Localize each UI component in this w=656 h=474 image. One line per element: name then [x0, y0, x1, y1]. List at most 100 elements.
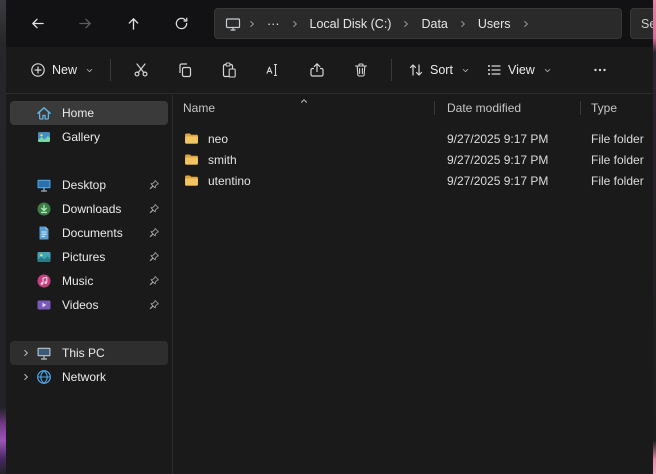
file-list-panel: Name Date modified Type neo	[172, 95, 653, 474]
pin-icon	[148, 203, 160, 215]
sidebar-item-videos[interactable]: Videos	[10, 293, 168, 317]
sidebar-item-pictures[interactable]: Pictures	[10, 245, 168, 269]
chevron-slot	[16, 125, 36, 149]
sidebar-item-desktop[interactable]: Desktop	[10, 173, 168, 197]
copy-icon	[177, 62, 193, 78]
chevron-slot	[16, 269, 36, 293]
folder-icon	[183, 173, 200, 188]
sidebar-item-downloads[interactable]: Downloads	[10, 197, 168, 221]
sidebar-item-label: Pictures	[62, 250, 148, 264]
breadcrumb-overflow[interactable]: ···	[261, 17, 286, 31]
plus-circle-icon	[30, 62, 46, 78]
delete-button[interactable]	[339, 54, 383, 86]
file-name: utentino	[208, 174, 251, 188]
share-icon	[309, 62, 325, 78]
downloads-icon	[36, 201, 52, 217]
address-bar[interactable]: ··· Local Disk (C:) Data Users	[214, 8, 622, 39]
cut-button[interactable]	[119, 54, 163, 86]
scissors-icon	[133, 62, 149, 78]
sidebar-section-gap	[6, 317, 172, 341]
sidebar-item-network[interactable]: Network	[10, 365, 168, 389]
sidebar-item-documents[interactable]: Documents	[10, 221, 168, 245]
up-arrow-icon	[126, 16, 141, 31]
sidebar-section-gap	[6, 149, 172, 173]
back-button[interactable]	[20, 7, 54, 41]
forward-arrow-icon	[78, 16, 93, 31]
chevron-slot	[16, 365, 36, 389]
pin-icon	[148, 251, 160, 263]
trash-icon	[353, 62, 369, 78]
file-type: File folder	[581, 174, 653, 188]
column-header-name[interactable]: Name	[173, 95, 435, 121]
expand-chevron-icon[interactable]	[21, 348, 31, 358]
pin-icon	[148, 179, 160, 191]
rename-button[interactable]	[251, 54, 295, 86]
chevron-down-icon	[461, 66, 470, 75]
file-row-utentino[interactable]: utentino 9/27/2025 9:17 PM File folder	[173, 170, 653, 191]
pin-icon	[148, 227, 160, 239]
file-type: File folder	[581, 153, 653, 167]
breadcrumb-root[interactable]	[223, 16, 243, 32]
breadcrumb-chevron-icon[interactable]	[401, 19, 411, 29]
breadcrumb-item[interactable]: Local Disk (C:)	[304, 17, 398, 31]
paste-button[interactable]	[207, 54, 251, 86]
toolbar-divider	[391, 59, 392, 81]
breadcrumb-item[interactable]: Users	[472, 17, 517, 31]
sidebar-item-gallery[interactable]: Gallery	[10, 125, 168, 149]
forward-button[interactable]	[68, 7, 102, 41]
file-row-neo[interactable]: neo 9/27/2025 9:17 PM File folder	[173, 128, 653, 149]
folder-icon	[183, 131, 200, 146]
navigation-bar: ··· Local Disk (C:) Data Users Se	[6, 0, 653, 47]
breadcrumb-item[interactable]: Data	[415, 17, 453, 31]
desktop-icon	[36, 177, 52, 193]
column-header-label: Type	[591, 101, 617, 115]
column-header-type[interactable]: Type	[581, 95, 653, 121]
file-name: neo	[208, 132, 228, 146]
more-options-button[interactable]	[578, 54, 622, 86]
share-button[interactable]	[295, 54, 339, 86]
search-text: Se	[641, 17, 653, 31]
search-box[interactable]: Se	[630, 8, 653, 39]
file-date-modified: 9/27/2025 9:17 PM	[435, 132, 581, 146]
network-icon	[36, 369, 52, 385]
videos-icon	[36, 297, 52, 313]
pin-icon	[148, 275, 160, 287]
sidebar-item-music[interactable]: Music	[10, 269, 168, 293]
chevron-slot	[16, 221, 36, 245]
breadcrumb-chevron-icon[interactable]	[247, 19, 257, 29]
this-pc-icon	[36, 345, 52, 361]
chevron-slot	[16, 293, 36, 317]
sidebar-item-label: Downloads	[62, 202, 148, 216]
toolbar-divider	[110, 59, 111, 81]
sort-button[interactable]: Sort	[400, 54, 478, 86]
refresh-button[interactable]	[164, 7, 198, 41]
file-row-smith[interactable]: smith 9/27/2025 9:17 PM File folder	[173, 149, 653, 170]
view-button[interactable]: View	[478, 54, 560, 86]
refresh-icon	[174, 16, 189, 31]
ellipsis-icon	[592, 62, 608, 78]
column-header-row: Name Date modified Type	[173, 95, 653, 121]
sidebar-item-label: Home	[62, 106, 162, 120]
sidebar-item-label: Gallery	[62, 130, 162, 144]
chevron-slot	[16, 341, 36, 365]
expand-chevron-icon[interactable]	[21, 372, 31, 382]
breadcrumb-chevron-icon[interactable]	[458, 19, 468, 29]
file-name: smith	[208, 153, 237, 167]
column-header-date-modified[interactable]: Date modified	[435, 95, 581, 121]
breadcrumb-chevron-icon[interactable]	[290, 19, 300, 29]
chevron-slot	[16, 101, 36, 125]
file-name-cell: neo	[173, 131, 435, 146]
background-window-edge-left	[0, 0, 6, 474]
up-button[interactable]	[116, 7, 150, 41]
sort-button-label: Sort	[430, 63, 453, 77]
sidebar-item-this-pc[interactable]: This PC	[10, 341, 168, 365]
file-rows: neo 9/27/2025 9:17 PM File folder smith …	[173, 121, 653, 191]
copy-button[interactable]	[163, 54, 207, 86]
new-button[interactable]: New	[22, 54, 102, 86]
file-name-cell: utentino	[173, 173, 435, 188]
breadcrumb-chevron-icon[interactable]	[521, 19, 531, 29]
sidebar-item-home[interactable]: Home	[10, 101, 168, 125]
folder-icon	[183, 152, 200, 167]
sidebar-item-label: Music	[62, 274, 148, 288]
file-explorer-window: ··· Local Disk (C:) Data Users Se New	[6, 0, 653, 474]
